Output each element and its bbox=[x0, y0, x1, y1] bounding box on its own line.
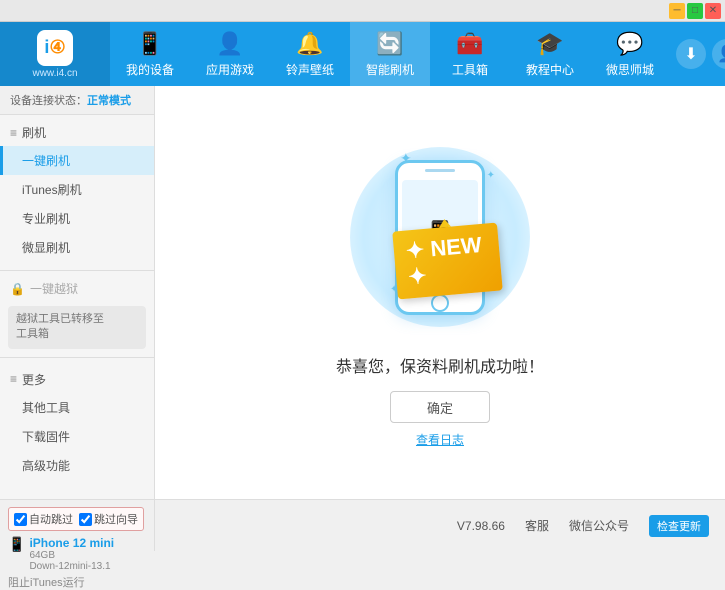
logo-icon: i④ bbox=[37, 30, 73, 66]
logo-text: www.i4.cn bbox=[32, 68, 77, 79]
maximize-button[interactable]: □ bbox=[687, 3, 703, 19]
wechat-link[interactable]: 微信公众号 bbox=[569, 517, 629, 534]
view-log-link[interactable]: 查看日志 bbox=[416, 431, 464, 448]
jailbreak-label: 一键越狱 bbox=[30, 280, 78, 297]
toolbox-icon: 🧰 bbox=[456, 31, 483, 57]
stop-itunes-label: 阻止iTunes运行 bbox=[8, 574, 85, 590]
ringtone-icon: 🔔 bbox=[296, 31, 323, 57]
sidebar-item-one-key-flash[interactable]: 一键刷机 bbox=[0, 146, 154, 175]
skip-wizard-checkbox[interactable] bbox=[79, 513, 92, 526]
download-button[interactable]: ⬇ bbox=[676, 39, 706, 69]
flash-icon: 🔄 bbox=[376, 31, 403, 57]
device-model: Down-12mini-13.1 bbox=[29, 561, 114, 572]
version-label: V7.98.66 bbox=[457, 519, 505, 533]
more-section-title: ≡ 更多 bbox=[0, 366, 154, 393]
status-value: 正常模式 bbox=[87, 92, 131, 108]
jailbreak-note: 越狱工具已转移至工具箱 bbox=[8, 306, 146, 349]
main-content: ✦ ✦ ✦ 📱 ✦ NEW ✦ 恭喜您，保资料刷机成功啦！ 确定 bbox=[155, 86, 725, 499]
nav-right: ⬇ 👤 bbox=[670, 39, 725, 69]
jailbreak-section: 🔒 一键越狱 bbox=[0, 275, 154, 302]
account-button[interactable]: 👤 bbox=[712, 39, 725, 69]
flash-section: ≡ 刷机 一键刷机 iTunes刷机 专业刷机 微显刷机 bbox=[0, 115, 154, 266]
illustration: ✦ ✦ ✦ 📱 ✦ NEW ✦ bbox=[340, 137, 540, 337]
flash-section-label: 刷机 bbox=[22, 124, 46, 141]
nav-label-flash: 智能刷机 bbox=[366, 61, 414, 78]
minimize-button[interactable]: ─ bbox=[669, 3, 685, 19]
device-phone-icon: 📱 bbox=[8, 536, 25, 553]
device-icon: 📱 bbox=[136, 31, 163, 57]
device-row: 📱 iPhone 12 mini 64GB Down-12mini-13.1 bbox=[8, 534, 146, 574]
checkboxes-container: 自动跳过 跳过向导 bbox=[8, 507, 144, 531]
main-area: 设备连接状态： 正常模式 ≡ 刷机 一键刷机 iTunes刷机 专业刷机 微显刷… bbox=[0, 86, 725, 499]
one-key-flash-label: 一键刷机 bbox=[22, 152, 70, 169]
confirm-button[interactable]: 确定 bbox=[390, 391, 490, 423]
nav-ringtone[interactable]: 🔔 铃声壁纸 bbox=[270, 22, 350, 86]
close-button[interactable]: ✕ bbox=[705, 3, 721, 19]
auto-skip-checkbox-label[interactable]: 自动跳过 bbox=[14, 511, 73, 527]
title-bar: ─ □ ✕ bbox=[0, 0, 725, 22]
update-button[interactable]: 检查更新 bbox=[649, 515, 709, 537]
nav-app-game[interactable]: 👤 应用游戏 bbox=[190, 22, 270, 86]
sidebar-item-advanced[interactable]: 高级功能 bbox=[0, 451, 154, 480]
jailbreak-note-text: 越狱工具已转移至工具箱 bbox=[16, 313, 104, 340]
wechat-icon: 💬 bbox=[616, 31, 643, 57]
sidebar-item-pro-flash[interactable]: 专业刷机 bbox=[0, 204, 154, 233]
bottom-left: 自动跳过 跳过向导 📱 iPhone 12 mini 64GB Down-12m… bbox=[0, 500, 155, 551]
nav-label-toolbox: 工具箱 bbox=[452, 61, 488, 78]
service-link[interactable]: 客服 bbox=[525, 517, 549, 534]
sidebar-item-dual-flash[interactable]: 微显刷机 bbox=[0, 233, 154, 262]
status-label: 设备连接状态： bbox=[10, 92, 87, 108]
auto-skip-checkbox[interactable] bbox=[14, 513, 27, 526]
nav-my-device[interactable]: 📱 我的设备 bbox=[110, 22, 190, 86]
nav-wechat-city[interactable]: 💬 微思师城 bbox=[590, 22, 670, 86]
nav-toolbox[interactable]: 🧰 工具箱 bbox=[430, 22, 510, 86]
nav-label-device: 我的设备 bbox=[126, 61, 174, 78]
divider-2 bbox=[0, 357, 154, 358]
nav-tutorial[interactable]: 🎓 教程中心 bbox=[510, 22, 590, 86]
sidebar-item-download-fw[interactable]: 下载固件 bbox=[0, 422, 154, 451]
divider-1 bbox=[0, 270, 154, 271]
app-icon: 👤 bbox=[216, 31, 243, 57]
nav-label-tutorial: 教程中心 bbox=[526, 61, 574, 78]
bottom-right: V7.98.66 客服 微信公众号 检查更新 bbox=[155, 500, 725, 551]
new-badge: ✦ NEW ✦ bbox=[392, 222, 503, 299]
device-texts: iPhone 12 mini 64GB Down-12mini-13.1 bbox=[29, 536, 114, 572]
flash-section-title: ≡ 刷机 bbox=[0, 119, 154, 146]
logo[interactable]: i④ www.i4.cn bbox=[0, 22, 110, 86]
more-section-icon: ≡ bbox=[10, 372, 17, 386]
phone-wrap: ✦ ✦ ✦ 📱 ✦ NEW ✦ bbox=[395, 160, 485, 315]
flash-section-icon: ≡ bbox=[10, 126, 17, 140]
download-fw-label: 下载固件 bbox=[22, 428, 70, 445]
nav-items: 📱 我的设备 👤 应用游戏 🔔 铃声壁纸 🔄 智能刷机 🧰 工具箱 🎓 教程中心… bbox=[110, 22, 670, 86]
sidebar-item-itunes-flash[interactable]: iTunes刷机 bbox=[0, 175, 154, 204]
itunes-flash-label: iTunes刷机 bbox=[22, 181, 82, 198]
device-name: iPhone 12 mini bbox=[29, 536, 114, 550]
other-tools-label: 其他工具 bbox=[22, 399, 70, 416]
more-section-label: 更多 bbox=[22, 371, 46, 388]
device-storage: 64GB bbox=[29, 550, 114, 561]
nav-smart-flash[interactable]: 🔄 智能刷机 bbox=[350, 22, 430, 86]
nav-label-app: 应用游戏 bbox=[206, 61, 254, 78]
success-text: 恭喜您，保资料刷机成功啦！ bbox=[336, 353, 544, 377]
tutorial-icon: 🎓 bbox=[536, 31, 563, 57]
advanced-label: 高级功能 bbox=[22, 457, 70, 474]
more-section: ≡ 更多 其他工具 下载固件 高级功能 bbox=[0, 362, 154, 484]
header: i④ www.i4.cn 📱 我的设备 👤 应用游戏 🔔 铃声壁纸 🔄 智能刷机… bbox=[0, 22, 725, 86]
full-bottom: 自动跳过 跳过向导 📱 iPhone 12 mini 64GB Down-12m… bbox=[0, 499, 725, 551]
auto-skip-label: 自动跳过 bbox=[29, 511, 73, 527]
nav-label-ringtone: 铃声壁纸 bbox=[286, 61, 334, 78]
phone-speaker bbox=[425, 169, 455, 173]
dual-flash-label: 微显刷机 bbox=[22, 239, 70, 256]
status-bar: 设备连接状态： 正常模式 bbox=[0, 86, 154, 115]
pro-flash-label: 专业刷机 bbox=[22, 210, 70, 227]
sparkle-2: ✦ bbox=[487, 170, 495, 181]
skip-wizard-label: 跳过向导 bbox=[94, 511, 138, 527]
sidebar: 设备连接状态： 正常模式 ≡ 刷机 一键刷机 iTunes刷机 专业刷机 微显刷… bbox=[0, 86, 155, 499]
skip-wizard-checkbox-label[interactable]: 跳过向导 bbox=[79, 511, 138, 527]
nav-label-wechat: 微思师城 bbox=[606, 61, 654, 78]
sidebar-item-other-tools[interactable]: 其他工具 bbox=[0, 393, 154, 422]
